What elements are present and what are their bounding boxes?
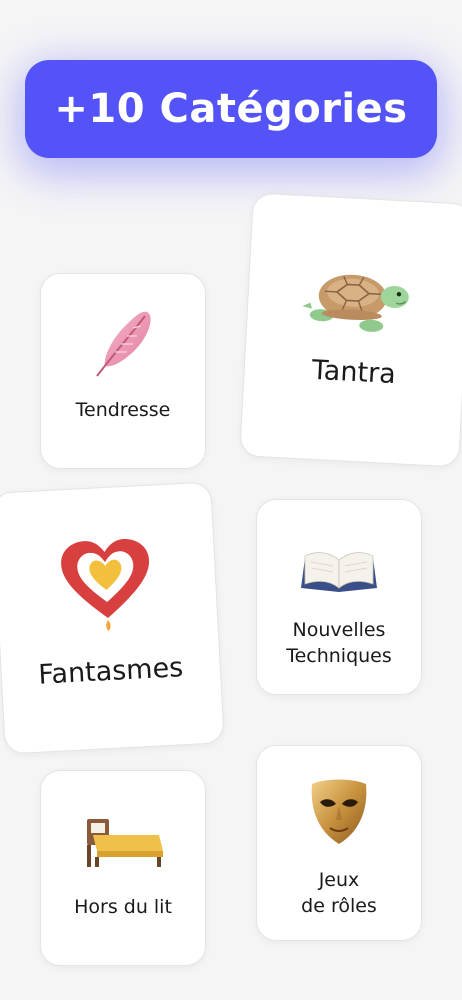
feather-icon	[96, 311, 151, 377]
category-label: Nouvelles Techniques	[286, 619, 392, 667]
banner-title: +10 Catégories	[54, 86, 408, 132]
category-card-tantra[interactable]: Tantra	[239, 192, 462, 468]
category-card-hors-du-lit[interactable]: Hors du lit	[40, 770, 206, 966]
turtle-icon	[302, 274, 409, 332]
open-book-icon	[301, 552, 377, 592]
mask-icon	[311, 779, 367, 844]
category-label: Tendresse	[75, 399, 171, 421]
category-label: Fantasmes	[37, 652, 184, 691]
categories-banner: +10 Catégories	[25, 60, 437, 158]
category-card-fantasmes[interactable]: Fantasmes	[0, 481, 225, 755]
category-card-tendresse[interactable]: Tendresse	[40, 273, 206, 469]
bed-icon	[87, 819, 163, 867]
category-label: Hors du lit	[74, 896, 172, 918]
category-card-nouvelles-techniques[interactable]: Nouvelles Techniques	[256, 499, 422, 695]
category-label: Tantra	[311, 354, 397, 391]
heart-candle-icon	[61, 539, 150, 631]
category-label: Jeux de rôles	[301, 869, 377, 917]
category-card-jeux-de-roles[interactable]: Jeux de rôles	[256, 745, 422, 941]
